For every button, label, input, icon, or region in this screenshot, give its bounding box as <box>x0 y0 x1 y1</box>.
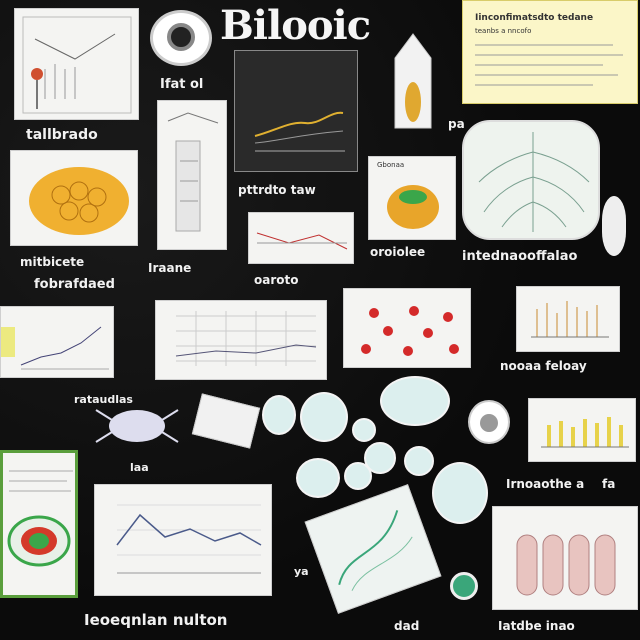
sketch-illustration <box>22 16 132 114</box>
label-oroiolee: oroiolee <box>370 245 426 259</box>
section-card <box>248 212 354 264</box>
eye-cell-icon <box>468 400 510 444</box>
cell-cluster <box>29 167 129 235</box>
specimen-green-card <box>0 450 78 598</box>
line-chart-left <box>1 326 109 370</box>
label-dad: dad <box>394 619 420 633</box>
label-fobrafdaed: fobrafdaed <box>34 277 115 292</box>
cell-blob-8 <box>344 462 372 490</box>
label-tallbrado: tallbrado <box>26 127 98 143</box>
label-ifat: Ifat ol <box>160 77 204 92</box>
cell-blob-3 <box>380 376 450 426</box>
map-sheet <box>304 484 442 614</box>
bar-chart-card <box>528 398 636 462</box>
label-pa: pa <box>448 117 465 131</box>
teal-circle-icon <box>450 572 478 600</box>
label-mitbicete: mitbicete <box>20 255 85 269</box>
spike-chart <box>531 301 609 338</box>
capsule-card <box>492 506 638 610</box>
feather-icon <box>602 196 626 256</box>
capsule-cells <box>516 534 616 596</box>
cell-blob-9 <box>432 462 488 524</box>
dark-chart-card <box>234 50 358 172</box>
tag-illustration <box>385 28 441 134</box>
label-iraane: Iraane <box>148 261 192 275</box>
page-title: Bilooic <box>220 2 371 49</box>
green-cell-diagram <box>7 470 73 567</box>
specimen-card: Gbonaa <box>368 156 456 240</box>
spike-chart-card <box>516 286 620 352</box>
leaf-diagram-card <box>462 120 600 240</box>
section-sketch <box>256 232 348 250</box>
label-laa: laa <box>130 461 149 474</box>
line-chart-card-bottom <box>94 484 272 596</box>
red-dots <box>361 306 459 356</box>
microbe-illustration <box>92 400 182 448</box>
label-ya: ya <box>294 565 309 578</box>
leaf-veins <box>478 132 590 232</box>
line-chart-bottom <box>116 504 262 574</box>
cell-blob-4 <box>352 418 376 442</box>
label-pttrdto: pttrdto taw <box>238 183 316 197</box>
label-iatdbe: Iatdbe inao <box>498 619 575 633</box>
label-intednaooffalao: intednaooffalao <box>462 249 578 264</box>
cell-blob-2 <box>300 392 348 442</box>
line-chart-card-left <box>0 306 114 378</box>
lens-icon <box>150 10 212 66</box>
grid-chart <box>175 311 317 366</box>
paper-sheet <box>191 393 261 449</box>
info-card-yellow: Iinconfimatsdto tedane teanbs a nncofo <box>462 0 638 104</box>
cell-illustration-card <box>10 150 138 246</box>
dark-line-chart <box>235 51 357 171</box>
collage-board: Bilooic Ifat ol Iinconfimatsdto tedane t… <box>0 0 640 640</box>
sketch-card <box>14 8 139 120</box>
dots-card <box>343 288 471 368</box>
grid-chart-card <box>155 300 327 380</box>
label-rataudlas: rataudlas <box>74 393 133 406</box>
label-oaroto: oaroto <box>254 273 299 287</box>
specimen-bowl <box>387 185 439 229</box>
tall-diagram-card <box>157 100 227 250</box>
label-nooaa: nooaa feloay <box>500 359 587 373</box>
cell-blob-1 <box>262 395 296 435</box>
label-ieoeqnlan: Ieoeqnlan nulton <box>84 611 228 629</box>
info-text-lines <box>475 44 623 86</box>
cell-blob-7 <box>296 458 340 498</box>
label-irnoaothe: Irnoaothe a <box>506 477 585 491</box>
label-fa: fa <box>602 477 616 491</box>
column-diagram <box>167 112 219 232</box>
cell-blob-6 <box>404 446 434 476</box>
bar-chart <box>541 417 629 448</box>
